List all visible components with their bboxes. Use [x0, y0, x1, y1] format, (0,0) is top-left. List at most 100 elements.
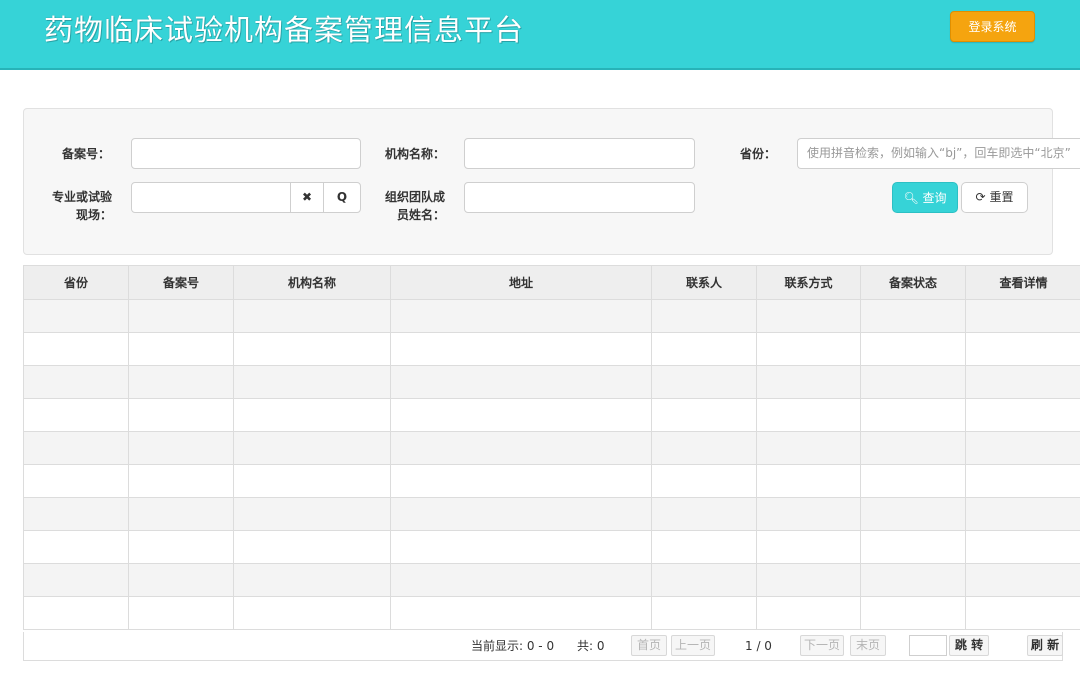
table-cell	[965, 365, 1080, 399]
column-header[interactable]: 查看详情	[965, 265, 1080, 300]
table-cell	[390, 398, 652, 432]
team-member-label-line2: 员姓名：	[396, 208, 445, 222]
current-display: 当前显示: 0 - 0	[471, 639, 555, 653]
table-cell	[651, 431, 757, 465]
table-cell	[23, 365, 129, 399]
table-row[interactable]	[23, 299, 1080, 333]
first-page-button[interactable]: 首页	[631, 635, 667, 656]
table-cell	[390, 563, 652, 597]
next-page-button[interactable]: 下一页	[800, 635, 844, 656]
table-cell	[23, 431, 129, 465]
table-cell	[233, 332, 391, 366]
table-cell	[390, 299, 652, 333]
table-row[interactable]	[23, 530, 1080, 564]
table-cell	[965, 563, 1080, 597]
reset-label: 重置	[989, 190, 1014, 204]
table-cell	[651, 563, 757, 597]
table-cell	[651, 464, 757, 498]
specialty-input[interactable]	[131, 182, 291, 213]
table-cell	[860, 299, 966, 333]
refresh-icon: ⟳	[975, 190, 986, 204]
reset-button[interactable]: ⟳ 重置	[961, 182, 1028, 213]
table-cell	[233, 497, 391, 531]
page-jump-input[interactable]	[909, 635, 947, 656]
table-cell	[965, 431, 1080, 465]
table-cell	[965, 332, 1080, 366]
province-input[interactable]: 使用拼音检索，例如输入“bj”，回车即选中“北京”	[797, 138, 1080, 169]
last-page-button[interactable]: 末页	[850, 635, 886, 656]
specialty-label: 专业或试验 现场：	[40, 188, 112, 224]
table-cell	[651, 299, 757, 333]
table-cell	[860, 431, 966, 465]
table-cell	[128, 530, 234, 564]
team-member-input[interactable]	[464, 182, 695, 213]
specialty-label-line2: 现场：	[75, 208, 112, 222]
table-row[interactable]	[23, 365, 1080, 399]
table-cell	[756, 596, 861, 630]
table-cell	[233, 530, 391, 564]
province-label: 省份：	[739, 147, 776, 161]
table-cell	[965, 299, 1080, 333]
table-cell	[390, 365, 652, 399]
table-cell	[860, 530, 966, 564]
table-cell	[128, 596, 234, 630]
table-cell	[233, 464, 391, 498]
table-row[interactable]	[23, 563, 1080, 597]
search-icon: 🔍︎	[903, 191, 919, 205]
column-header[interactable]: 联系方式	[756, 265, 861, 300]
table-cell	[23, 596, 129, 630]
table-cell	[390, 530, 652, 564]
search-icon[interactable]: Q	[323, 182, 361, 213]
clear-icon[interactable]: ✖	[290, 182, 324, 213]
column-header[interactable]: 联系人	[651, 265, 757, 300]
table-row[interactable]	[23, 431, 1080, 465]
table-cell	[965, 530, 1080, 564]
table-cell	[23, 563, 129, 597]
table-cell	[128, 332, 234, 366]
table-cell	[23, 530, 129, 564]
table-cell	[756, 398, 861, 432]
table-cell	[390, 596, 652, 630]
specialty-label-line1: 专业或试验	[51, 190, 112, 204]
table-cell	[233, 596, 391, 630]
table-cell	[860, 497, 966, 531]
team-member-label-line1: 组织团队成	[384, 190, 445, 204]
table-cell	[756, 530, 861, 564]
column-header[interactable]: 机构名称	[233, 265, 391, 300]
table-row[interactable]	[23, 497, 1080, 531]
query-button[interactable]: 🔍︎ 查询	[892, 182, 958, 213]
table-cell	[965, 596, 1080, 630]
table-cell	[390, 464, 652, 498]
table-cell	[390, 332, 652, 366]
institution-name-input[interactable]	[464, 138, 695, 169]
column-header[interactable]: 地址	[390, 265, 652, 300]
results-table: 省份 备案号 机构名称 地址 联系人 联系方式 备案状态 查看详情	[23, 265, 1080, 630]
record-no-input[interactable]	[131, 138, 361, 169]
table-cell	[756, 299, 861, 333]
table-cell	[128, 398, 234, 432]
table-row[interactable]	[23, 596, 1080, 630]
column-header[interactable]: 备案号	[128, 265, 234, 300]
table-cell	[651, 497, 757, 531]
table-cell	[756, 332, 861, 366]
table-row[interactable]	[23, 332, 1080, 366]
prev-page-button[interactable]: 上一页	[671, 635, 715, 656]
column-header[interactable]: 备案状态	[860, 265, 966, 300]
table-cell	[23, 332, 129, 366]
total-count: 共: 0	[577, 639, 605, 653]
table-row[interactable]	[23, 398, 1080, 432]
table-cell	[965, 398, 1080, 432]
table-row[interactable]	[23, 464, 1080, 498]
jump-button[interactable]: 跳 转	[949, 635, 989, 656]
column-header[interactable]: 省份	[23, 265, 129, 300]
table-cell	[128, 563, 234, 597]
table-cell	[860, 563, 966, 597]
table-cell	[128, 299, 234, 333]
table-cell	[390, 431, 652, 465]
table-cell	[23, 299, 129, 333]
login-button[interactable]: 登录系统	[950, 11, 1035, 42]
table-cell	[756, 464, 861, 498]
table-cell	[651, 332, 757, 366]
refresh-button[interactable]: 刷 新	[1027, 635, 1063, 656]
table-cell	[860, 464, 966, 498]
